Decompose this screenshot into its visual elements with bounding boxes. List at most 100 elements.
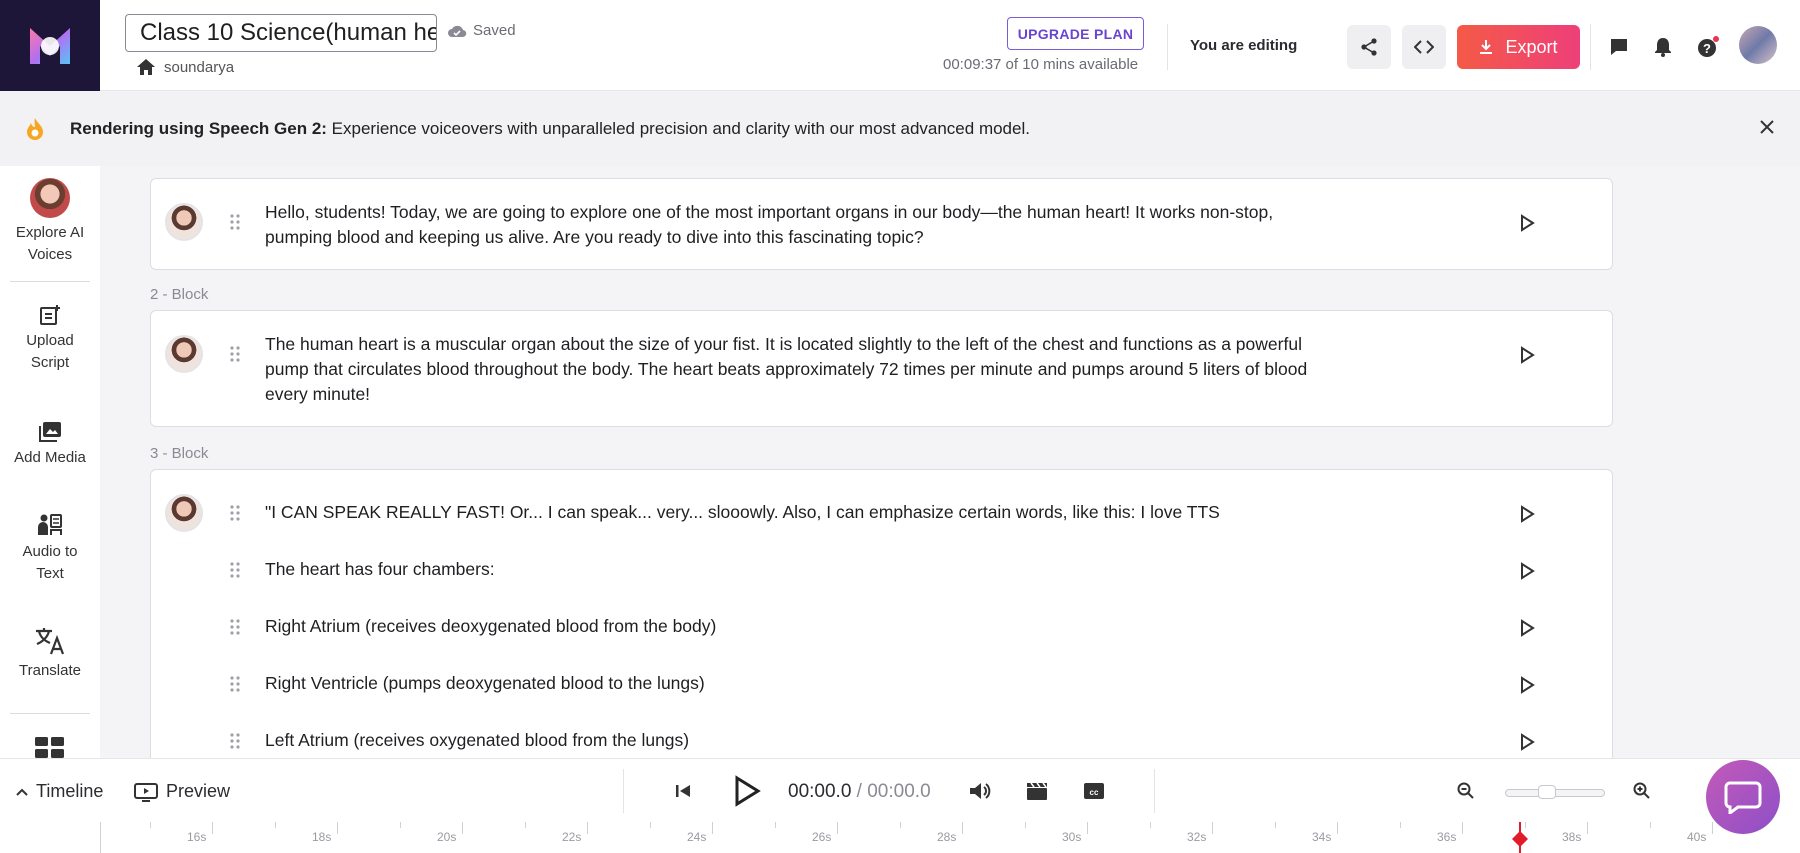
ruler-tick — [1712, 822, 1713, 834]
comments-button[interactable] — [1608, 36, 1630, 58]
ruler-label: 24s — [687, 830, 707, 844]
chat-support-button[interactable] — [1706, 760, 1780, 834]
upgrade-plan-button[interactable]: UPGRADE PLAN — [1007, 17, 1144, 50]
voice-avatar — [30, 178, 70, 218]
close-icon — [1760, 120, 1774, 134]
player-bar: Timeline Preview 00:00.0 / 00:00.0 cc — [0, 758, 1800, 822]
banner-close-button[interactable] — [1757, 117, 1777, 137]
script-row[interactable]: Hello, students! Today, we are going to … — [151, 179, 1612, 271]
bell-icon — [1655, 38, 1671, 57]
total-time: / 00:00.0 — [851, 781, 931, 802]
skip-back-icon[interactable] — [675, 783, 691, 799]
script-text[interactable]: The heart has four chambers: — [265, 557, 1335, 582]
sidebar-item-audio-to-text[interactable]: Audio to Text — [0, 513, 100, 585]
sidebar-item-upload-script[interactable]: Upload Script — [0, 304, 100, 374]
comment-icon — [1611, 39, 1627, 55]
chat-bubble-icon — [1724, 781, 1762, 814]
ruler-tick — [1462, 822, 1463, 834]
help-button[interactable]: ? — [1697, 36, 1719, 58]
script-row[interactable]: Left Atrium (receives oxygenated blood f… — [151, 698, 1612, 755]
script-block-3: "I CAN SPEAK REALLY FAST! Or... I can sp… — [150, 469, 1613, 758]
zoom-out-icon[interactable] — [1457, 782, 1475, 800]
sidebar-label: Text — [36, 565, 64, 582]
volume-icon[interactable] — [969, 781, 991, 801]
ruler-tick — [1400, 822, 1401, 828]
current-time: 00:00.0 — [788, 781, 852, 802]
timeline-ruler[interactable]: 16s 18s 20s 22s 24s 26s 28s 30s 32s 34s 36s 38s 40s — [0, 822, 1800, 853]
sidebar-item-translate[interactable]: Translate — [0, 626, 100, 682]
drag-handle-icon[interactable] — [230, 675, 240, 693]
drag-handle-icon[interactable] — [230, 732, 240, 750]
notifications-button[interactable] — [1652, 36, 1674, 58]
ruler-label: 36s — [1437, 830, 1457, 844]
clapperboard-icon[interactable] — [1026, 781, 1048, 801]
script-row[interactable]: Right Atrium (receives deoxygenated bloo… — [151, 584, 1612, 641]
play-icon[interactable] — [733, 775, 761, 807]
divider — [1590, 24, 1591, 70]
voice-avatar[interactable] — [165, 203, 203, 241]
preview-button[interactable]: Preview — [134, 781, 230, 802]
svg-text:cc: cc — [1090, 788, 1099, 797]
script-row[interactable]: "I CAN SPEAK REALLY FAST! Or... I can sp… — [151, 470, 1612, 532]
ruler-tick — [1025, 822, 1026, 828]
export-button[interactable]: Export — [1457, 25, 1580, 69]
play-icon[interactable] — [1519, 346, 1535, 364]
ruler-tick — [1150, 822, 1151, 828]
zoom-slider-thumb[interactable] — [1538, 785, 1556, 799]
ruler-tick — [900, 822, 901, 828]
script-text[interactable]: Hello, students! Today, we are going to … — [265, 200, 1335, 250]
app-logo[interactable] — [0, 0, 100, 91]
ruler-tick — [775, 822, 776, 828]
workspace-breadcrumb[interactable]: soundarya — [136, 58, 234, 76]
captions-icon[interactable]: cc — [1083, 781, 1105, 801]
embed-code-button[interactable] — [1402, 25, 1446, 69]
script-text[interactable]: The human heart is a muscular organ abou… — [265, 332, 1335, 407]
script-text[interactable]: "I CAN SPEAK REALLY FAST! Or... I can sp… — [265, 500, 1335, 525]
sidebar-label: Script — [30, 354, 70, 371]
play-icon[interactable] — [1519, 505, 1535, 523]
playhead[interactable] — [1512, 822, 1528, 853]
share-button[interactable] — [1347, 25, 1391, 69]
ruler-tick — [1525, 822, 1526, 828]
drag-handle-icon[interactable] — [230, 618, 240, 636]
sidebar-item-explore-ai-voices[interactable]: Explore AI Voices — [0, 178, 100, 266]
fire-icon — [27, 118, 43, 140]
download-icon — [1480, 40, 1493, 54]
ruler-tick — [212, 822, 213, 834]
drag-handle-icon[interactable] — [230, 504, 240, 522]
ruler-tick — [587, 822, 588, 834]
saved-label: Saved — [473, 22, 516, 39]
ruler-label: 28s — [937, 830, 957, 844]
drag-handle-icon[interactable] — [230, 561, 240, 579]
voice-avatar[interactable] — [165, 335, 203, 373]
script-row[interactable]: The heart has four chambers: — [151, 527, 1612, 584]
drag-handle-icon[interactable] — [230, 213, 240, 231]
sidebar-item-add-media[interactable]: Add Media — [0, 421, 100, 469]
script-text[interactable]: Right Atrium (receives deoxygenated bloo… — [265, 614, 1335, 639]
script-text[interactable]: Right Ventricle (pumps deoxygenated bloo… — [265, 671, 1335, 696]
banner-text: Rendering using Speech Gen 2: Experience… — [70, 119, 1030, 139]
play-icon[interactable] — [1519, 562, 1535, 580]
playhead-marker-icon[interactable] — [1511, 830, 1529, 848]
play-icon[interactable] — [1519, 214, 1535, 232]
zoom-in-icon[interactable] — [1633, 782, 1651, 800]
script-text[interactable]: Left Atrium (receives oxygenated blood f… — [265, 728, 1335, 753]
user-avatar[interactable] — [1739, 26, 1777, 64]
top-bar: Class 10 Science(human hea Saved soundar… — [0, 0, 1800, 91]
timeline-toggle[interactable]: Timeline — [16, 781, 103, 802]
sidebar-label: Add Media — [14, 449, 86, 466]
share-icon — [1361, 38, 1377, 56]
divider — [623, 769, 624, 813]
script-row[interactable]: The human heart is a muscular organ abou… — [151, 311, 1612, 428]
block-label: 2 - Block — [150, 286, 209, 303]
play-icon[interactable] — [1519, 619, 1535, 637]
drag-handle-icon[interactable] — [230, 345, 240, 363]
play-icon[interactable] — [1519, 676, 1535, 694]
ruler-tick — [1087, 822, 1088, 834]
play-icon[interactable] — [1519, 733, 1535, 751]
sidebar-label: Translate — [19, 662, 81, 679]
script-row[interactable]: Right Ventricle (pumps deoxygenated bloo… — [151, 641, 1612, 698]
cloud-check-icon — [448, 25, 467, 37]
project-title-input[interactable]: Class 10 Science(human hea — [125, 14, 437, 52]
ruler-tick — [1275, 822, 1276, 828]
